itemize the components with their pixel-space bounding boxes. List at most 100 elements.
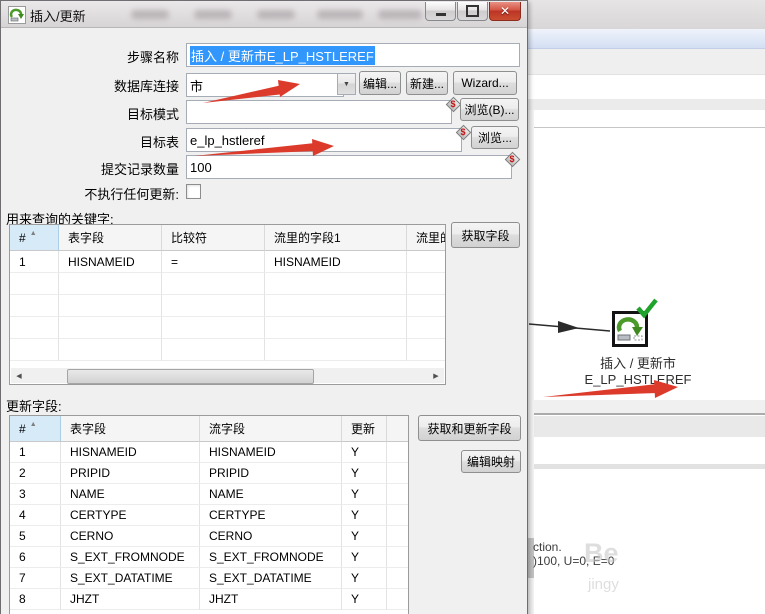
- close-icon: ✕: [499, 4, 511, 18]
- cell[interactable]: HISNAMEID: [61, 442, 200, 463]
- update-table-row[interactable]: 5 CERNO CERNO Y: [10, 526, 408, 547]
- maximize-icon: [466, 5, 479, 17]
- get-update-fields-button[interactable]: 获取和更新字段: [418, 415, 521, 441]
- keys-col-comparator[interactable]: 比较符: [162, 225, 265, 251]
- background-selected-row: [528, 29, 765, 49]
- maximize-button[interactable]: [457, 2, 488, 21]
- update-table-row[interactable]: 7 S_EXT_DATATIME S_EXT_DATATIME Y: [10, 568, 408, 589]
- update-table-row[interactable]: 2 PRIPID PRIPID Y: [10, 463, 408, 484]
- keys-table-row[interactable]: 1 HISNAMEID = HISNAMEID: [10, 251, 445, 273]
- update-table-row[interactable]: 8 JHZT JHZT Y: [10, 589, 408, 610]
- update-table-row[interactable]: 3 NAME NAME Y: [10, 484, 408, 505]
- cell[interactable]: Y: [342, 547, 387, 568]
- scroll-right-icon[interactable]: ▶: [428, 368, 444, 383]
- cell[interactable]: CERNO: [61, 526, 200, 547]
- connection-dropdown-button[interactable]: ▼: [337, 73, 356, 95]
- commit-size-input[interactable]: 100: [186, 155, 512, 179]
- keys-table-empty-row[interactable]: [10, 339, 445, 361]
- cell[interactable]: HISNAMEID: [265, 251, 407, 273]
- cell[interactable]: S_EXT_FROMNODE: [200, 547, 342, 568]
- background-panel-band: [528, 49, 765, 75]
- background-panel-band: [528, 99, 765, 110]
- keys-col-stream-field2[interactable]: 流里的: [407, 225, 445, 251]
- keys-col-stream-field1[interactable]: 流里的字段1: [265, 225, 407, 251]
- cell[interactable]: 8: [10, 589, 61, 610]
- cell[interactable]: Y: [342, 442, 387, 463]
- cell[interactable]: Y: [342, 505, 387, 526]
- scroll-thumb[interactable]: [67, 369, 314, 384]
- edit-mapping-button[interactable]: 编辑映射: [461, 450, 521, 473]
- step-label[interactable]: 插入 / 更新市E_LP_HSTLEREF: [548, 353, 728, 387]
- target-table-input[interactable]: e_lp_hstleref: [186, 128, 462, 152]
- commit-label: 提交记录数量: [100, 162, 179, 177]
- keys-table-header: #▲ 表字段 比较符 流里的字段1 流里的: [10, 225, 445, 251]
- skip-update-checkbox[interactable]: [186, 184, 201, 199]
- cell[interactable]: Y: [342, 589, 387, 610]
- cell[interactable]: S_EXT_FROMNODE: [61, 547, 200, 568]
- cell[interactable]: 1: [10, 251, 59, 273]
- keys-table-hscrollbar[interactable]: ◀ ▶: [11, 368, 444, 384]
- keys-table-empty-row[interactable]: [10, 295, 445, 317]
- cell[interactable]: Y: [342, 568, 387, 589]
- cell[interactable]: CERNO: [200, 526, 342, 547]
- update-col-update[interactable]: 更新: [342, 416, 387, 442]
- minimize-button[interactable]: [425, 2, 456, 21]
- update-col-stream-field[interactable]: 流字段: [200, 416, 342, 442]
- connection-label: 数据库连接: [113, 79, 179, 94]
- target-schema-input[interactable]: [186, 100, 452, 124]
- cell[interactable]: Y: [342, 526, 387, 547]
- schema-label: 目标模式: [126, 107, 179, 122]
- connection-select[interactable]: 市: [186, 73, 344, 97]
- cell[interactable]: S_EXT_DATATIME: [61, 568, 200, 589]
- cell[interactable]: Y: [342, 484, 387, 505]
- cell[interactable]: NAME: [61, 484, 200, 505]
- wizard-button[interactable]: Wizard...: [453, 71, 517, 95]
- background-panel-band: [528, 400, 765, 415]
- cell[interactable]: JHZT: [200, 589, 342, 610]
- step-name-input[interactable]: 插入 / 更新市E_LP_HSTLEREF: [186, 43, 520, 67]
- cell[interactable]: 1: [10, 442, 61, 463]
- cell[interactable]: PRIPID: [200, 463, 342, 484]
- cell[interactable]: 3: [10, 484, 61, 505]
- keys-table-empty-row[interactable]: [10, 273, 445, 295]
- cell[interactable]: 7: [10, 568, 61, 589]
- cell[interactable]: 2: [10, 463, 61, 484]
- scroll-left-icon[interactable]: ◀: [11, 368, 27, 383]
- chevron-down-icon: ▼: [343, 80, 350, 88]
- update-table-row[interactable]: 4 CERTYPE CERTYPE Y: [10, 505, 408, 526]
- cell[interactable]: 4: [10, 505, 61, 526]
- background-divider: [528, 464, 765, 469]
- update-table-row[interactable]: 6 S_EXT_FROMNODE S_EXT_FROMNODE Y: [10, 547, 408, 568]
- keys-col-num[interactable]: # ▲: [10, 225, 59, 251]
- cell[interactable]: NAME: [200, 484, 342, 505]
- cell[interactable]: HISNAMEID: [200, 442, 342, 463]
- redacted-text: [194, 10, 232, 19]
- cell[interactable]: JHZT: [61, 589, 200, 610]
- cell[interactable]: 5: [10, 526, 61, 547]
- step-name-value: 插入 / 更新市E_LP_HSTLEREF: [190, 45, 375, 65]
- close-button[interactable]: ✕: [489, 2, 521, 21]
- redacted-text: [257, 10, 295, 19]
- update-col-num[interactable]: # ▲: [10, 416, 61, 442]
- cell[interactable]: 6: [10, 547, 61, 568]
- cell[interactable]: [407, 251, 445, 273]
- edit-connection-button[interactable]: 编辑...: [359, 71, 401, 95]
- get-fields-button[interactable]: 获取字段: [451, 222, 520, 248]
- cell[interactable]: S_EXT_DATATIME: [200, 568, 342, 589]
- update-col-table-field[interactable]: 表字段: [61, 416, 200, 442]
- browse-table-button[interactable]: 浏览...: [471, 126, 519, 149]
- insert-update-step-icon[interactable]: [612, 311, 648, 347]
- cell[interactable]: HISNAMEID: [59, 251, 162, 273]
- cell[interactable]: CERTYPE: [61, 505, 200, 526]
- cell[interactable]: =: [162, 251, 265, 273]
- new-connection-button[interactable]: 新建...: [406, 71, 448, 95]
- cell[interactable]: PRIPID: [61, 463, 200, 484]
- dialog-titlebar[interactable]: 插入/更新 ✕: [1, 1, 527, 28]
- browse-schema-button[interactable]: 浏览(B)...: [460, 98, 519, 121]
- keys-col-table-field[interactable]: 表字段: [59, 225, 162, 251]
- update-table-row[interactable]: 1 HISNAMEID HISNAMEID Y: [10, 442, 408, 463]
- cell[interactable]: CERTYPE: [200, 505, 342, 526]
- cell[interactable]: Y: [342, 463, 387, 484]
- keys-table-empty-row[interactable]: [10, 317, 445, 339]
- scroll-track[interactable]: [27, 368, 428, 384]
